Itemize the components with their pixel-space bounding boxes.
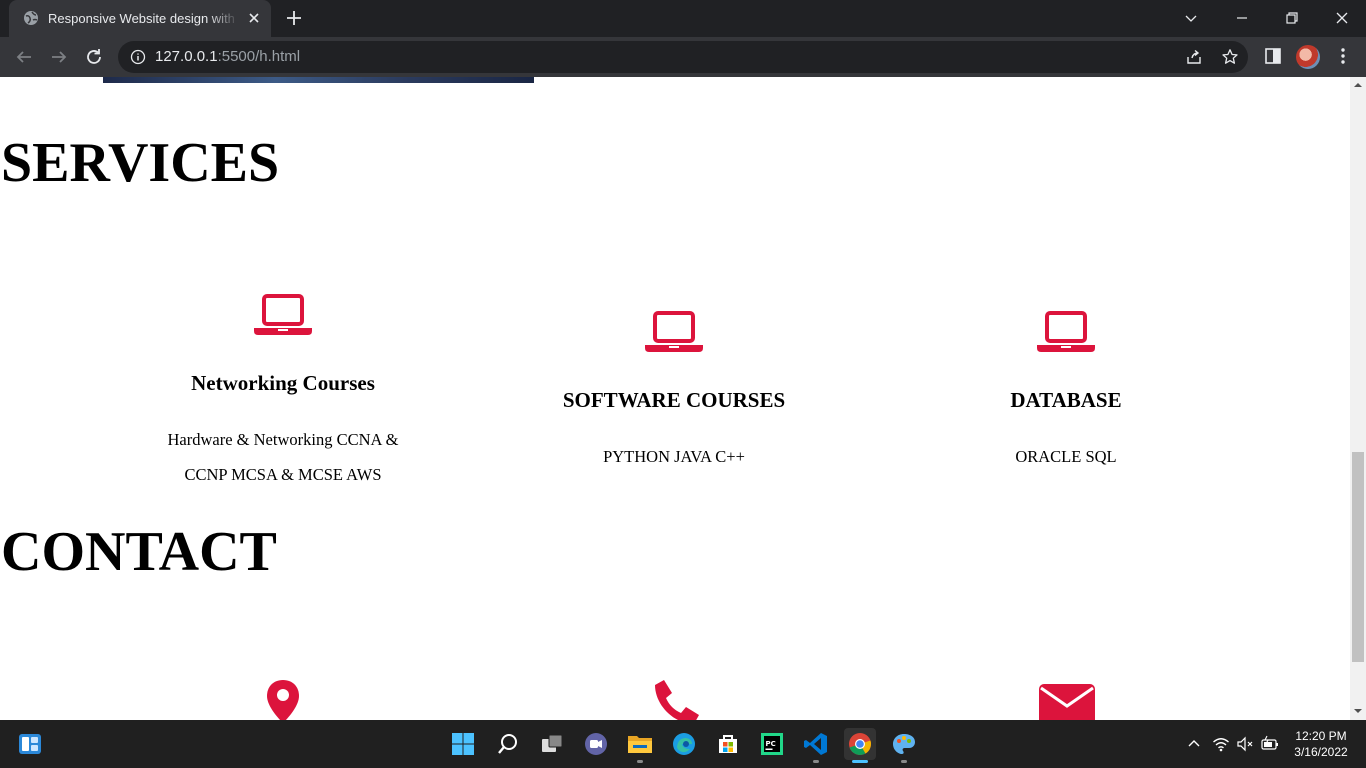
service-heading: DATABASE: [1010, 388, 1122, 412]
forward-arrow-icon[interactable]: [47, 45, 71, 69]
task-view-button[interactable]: [536, 728, 568, 760]
share-icon[interactable]: [1185, 48, 1203, 66]
page-viewport: SERVICES Networking Courses Hardware & N…: [0, 77, 1350, 720]
search-icon: [498, 734, 517, 754]
system-clock[interactable]: 12:20 PM 3/16/2022: [1288, 728, 1354, 760]
close-window-icon[interactable]: [1330, 6, 1354, 30]
globe-icon: [24, 11, 38, 25]
browser-toolbar: 127.0.0.1:5500/h.html: [0, 37, 1366, 77]
edge-button[interactable]: [668, 728, 700, 760]
paint-icon: [893, 734, 915, 754]
paint-button[interactable]: [888, 728, 920, 763]
tab-strip: Responsive Website design with HTML: [0, 0, 1366, 37]
teams-chat-icon: [585, 733, 607, 755]
service-card-networking: Networking Courses Hardware & Networking…: [113, 293, 453, 492]
url-text[interactable]: 127.0.0.1:5500/h.html: [155, 48, 300, 66]
file-explorer-button[interactable]: [624, 728, 656, 763]
chrome-button[interactable]: [844, 728, 876, 763]
laptop-icon: [645, 311, 703, 352]
widgets-icon: [19, 734, 41, 754]
search-button[interactable]: [492, 728, 524, 760]
microsoft-store-icon: [719, 735, 737, 753]
map-marker-icon: [267, 680, 299, 720]
teams-chat-button[interactable]: [580, 728, 612, 760]
wifi-icon[interactable]: [1212, 735, 1230, 753]
envelope-icon: [1039, 684, 1095, 720]
scrollbar-thumb[interactable]: [1352, 452, 1364, 662]
scroll-up-icon[interactable]: [1354, 81, 1362, 89]
contact-title: CONTACT: [1, 521, 277, 583]
file-explorer-icon: [628, 736, 652, 753]
task-view-icon: [542, 734, 563, 752]
browser-tab[interactable]: Responsive Website design with HTML: [9, 0, 271, 37]
edge-icon: [673, 733, 695, 755]
new-tab-icon[interactable]: [284, 8, 304, 28]
services-title: SERVICES: [1, 132, 280, 194]
service-heading: SOFTWARE COURSES: [562, 388, 786, 412]
side-panel-icon[interactable]: [1263, 46, 1283, 66]
page-scrollbar[interactable]: [1350, 77, 1366, 720]
service-heading: Networking Courses: [191, 371, 375, 395]
taskbar: PC 12:20 PM 3/16/2022: [0, 720, 1366, 768]
reload-icon[interactable]: [82, 45, 106, 69]
scroll-down-icon[interactable]: [1354, 707, 1362, 715]
clock-date: 3/16/2022: [1294, 745, 1348, 759]
hero-image-bottom: [103, 77, 534, 83]
widgets-button[interactable]: [14, 728, 46, 760]
service-card-database: DATABASE ORACLE SQL: [896, 310, 1236, 474]
chrome-icon: [849, 733, 871, 755]
start-button[interactable]: [447, 728, 479, 760]
phone-icon: [655, 680, 699, 720]
pycharm-button[interactable]: PC: [756, 728, 788, 760]
volume-muted-icon[interactable]: [1236, 735, 1254, 753]
pycharm-icon: PC: [761, 733, 783, 755]
battery-charging-icon[interactable]: [1261, 735, 1279, 753]
vscode-button[interactable]: [800, 728, 832, 763]
tab-search-icon[interactable]: [1179, 6, 1203, 30]
laptop-icon: [1037, 311, 1095, 352]
back-arrow-icon[interactable]: [12, 45, 36, 69]
laptop-icon: [254, 294, 312, 335]
svg-text:PC: PC: [766, 740, 776, 748]
service-description: Hardware & Networking CCNA & CCNP MCSA &…: [167, 430, 399, 484]
service-card-software: SOFTWARE COURSES PYTHON JAVA C++: [504, 310, 844, 474]
more-menu-icon[interactable]: [1333, 46, 1353, 66]
vscode-icon: [804, 733, 827, 755]
site-info-icon[interactable]: [130, 49, 146, 65]
service-description: PYTHON JAVA C++: [603, 447, 745, 466]
microsoft-store-button[interactable]: [712, 728, 744, 760]
chevron-up-icon[interactable]: [1185, 735, 1203, 753]
address-bar[interactable]: 127.0.0.1:5500/h.html: [118, 41, 1248, 73]
windows-start-icon: [452, 733, 474, 755]
profile-avatar[interactable]: [1296, 45, 1320, 69]
clock-time: 12:20 PM: [1295, 729, 1347, 743]
restore-icon[interactable]: [1280, 6, 1304, 30]
minimize-icon[interactable]: [1230, 6, 1254, 30]
close-tab-icon[interactable]: [245, 9, 263, 27]
bookmark-star-icon[interactable]: [1221, 48, 1239, 66]
service-description: ORACLE SQL: [1015, 447, 1117, 466]
